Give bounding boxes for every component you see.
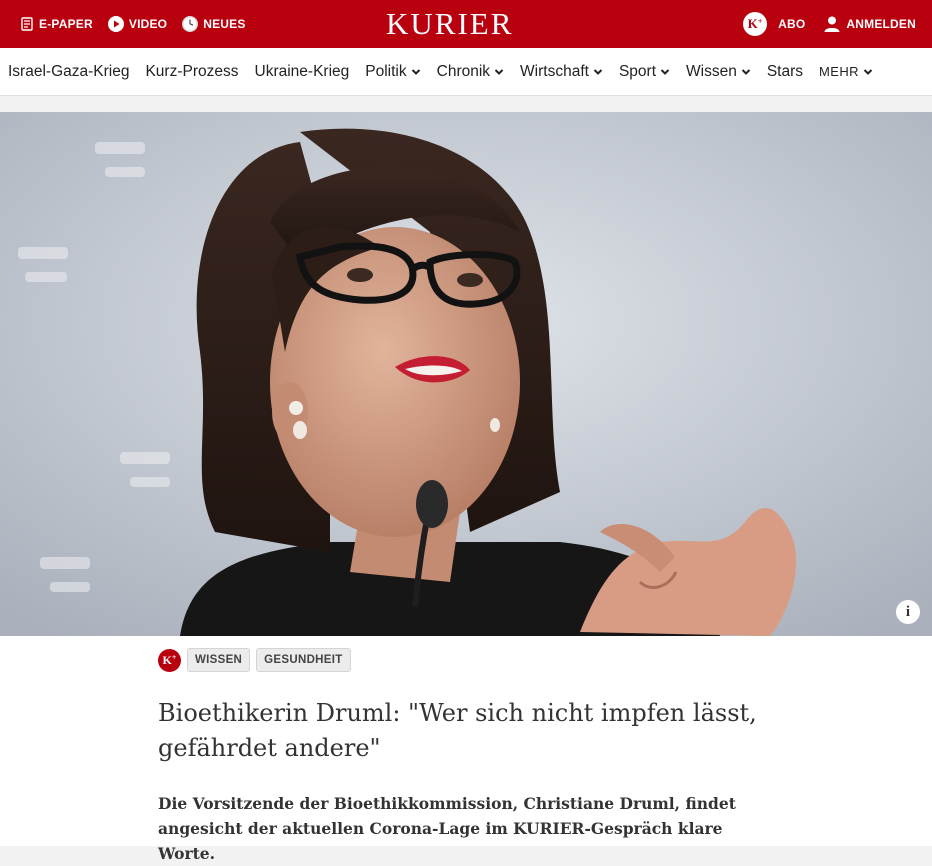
nav-item-stars[interactable]: Stars bbox=[767, 63, 803, 81]
kplus-badge-letter: K bbox=[162, 652, 172, 667]
nav-item-label: MEHR bbox=[819, 64, 859, 79]
nav-item-label: Chronik bbox=[436, 62, 491, 80]
chevron-down-icon bbox=[660, 68, 670, 75]
tag-wissen[interactable]: WISSEN bbox=[187, 648, 251, 672]
nav-item-label: Kurz-Prozess bbox=[145, 62, 239, 80]
nav-item-label: Stars bbox=[766, 62, 804, 80]
login-link[interactable]: ANMELDEN bbox=[823, 15, 916, 33]
user-icon bbox=[824, 16, 840, 32]
chevron-down-icon bbox=[494, 68, 504, 75]
kplus-letter: K bbox=[747, 16, 758, 31]
kplus-badge-sup: + bbox=[171, 652, 177, 662]
epaper-label: E-PAPER bbox=[39, 17, 93, 31]
newspaper-icon bbox=[21, 17, 33, 31]
top-bar: E-PAPER VIDEO NEUES KURIER K + ABO ANMELD… bbox=[0, 0, 932, 48]
kplus-icon: K + bbox=[743, 12, 768, 36]
nav-item-politik[interactable]: Politik bbox=[365, 63, 420, 81]
nav-item-label: Ukraine-Krieg bbox=[254, 62, 350, 80]
nav-item-sport[interactable]: Sport bbox=[619, 63, 670, 81]
nav-item-israel-gaza-krieg[interactable]: Israel-Gaza-Krieg bbox=[8, 63, 129, 81]
article-tags: K + WISSEN GESUNDHEIT bbox=[158, 648, 351, 672]
video-link[interactable]: VIDEO bbox=[107, 16, 168, 32]
epaper-link[interactable]: E-PAPER bbox=[20, 17, 93, 31]
nav-item-ukraine-krieg[interactable]: Ukraine-Krieg bbox=[255, 63, 350, 81]
article-header: K + WISSEN GESUNDHEIT Bioethikerin Druml:… bbox=[0, 636, 932, 863]
login-label: ANMELDEN bbox=[846, 17, 916, 31]
tag-gesundheit[interactable]: GESUNDHEIT bbox=[256, 648, 351, 672]
nav-item-label: Sport bbox=[618, 62, 657, 80]
article-headline: Bioethikerin Druml: "Wer sich nicht impf… bbox=[158, 699, 757, 762]
neues-label: NEUES bbox=[203, 17, 246, 31]
portrait-illustration bbox=[0, 112, 932, 636]
nav-item-wirtschaft[interactable]: Wirtschaft bbox=[520, 63, 603, 81]
abo-label: ABO bbox=[778, 17, 806, 31]
nav-item-label: Wissen bbox=[686, 62, 737, 80]
video-label: VIDEO bbox=[128, 17, 168, 31]
top-bar-left: E-PAPER VIDEO NEUES bbox=[20, 0, 246, 48]
image-info-button[interactable]: i bbox=[896, 600, 920, 624]
chevron-down-icon bbox=[863, 68, 873, 75]
kplus-badge-icon: K + bbox=[158, 648, 181, 672]
abo-link[interactable]: K + ABO bbox=[743, 12, 805, 36]
nav-item-mehr[interactable]: MEHR bbox=[819, 64, 873, 79]
nav-item-label: Politik bbox=[365, 62, 407, 80]
neues-link[interactable]: NEUES bbox=[182, 16, 245, 32]
play-icon bbox=[107, 16, 124, 32]
nav-item-chronik[interactable]: Chronik bbox=[437, 63, 504, 81]
nav-item-wissen[interactable]: Wissen bbox=[686, 63, 751, 81]
chevron-down-icon bbox=[411, 68, 420, 75]
kurier-logo[interactable]: KURIER bbox=[386, 6, 513, 42]
article-lead: Die Vorsitzende der Bioethikkommission, … bbox=[158, 794, 736, 863]
hero-image: i bbox=[0, 112, 932, 636]
nav-item-label: Israel-Gaza-Krieg bbox=[8, 62, 130, 80]
main-nav: Israel-Gaza-Krieg Kurz-Prozess Ukraine-K… bbox=[0, 48, 932, 96]
chevron-down-icon bbox=[593, 68, 603, 75]
nav-item-label: Wirtschaft bbox=[520, 62, 589, 80]
top-bar-right: K + ABO ANMELDEN bbox=[743, 0, 916, 48]
clock-icon bbox=[182, 16, 199, 32]
nav-item-kurz-prozess[interactable]: Kurz-Prozess bbox=[145, 63, 238, 81]
chevron-down-icon bbox=[741, 68, 751, 75]
kplus-sup: + bbox=[757, 16, 763, 26]
info-icon: i bbox=[905, 603, 911, 620]
